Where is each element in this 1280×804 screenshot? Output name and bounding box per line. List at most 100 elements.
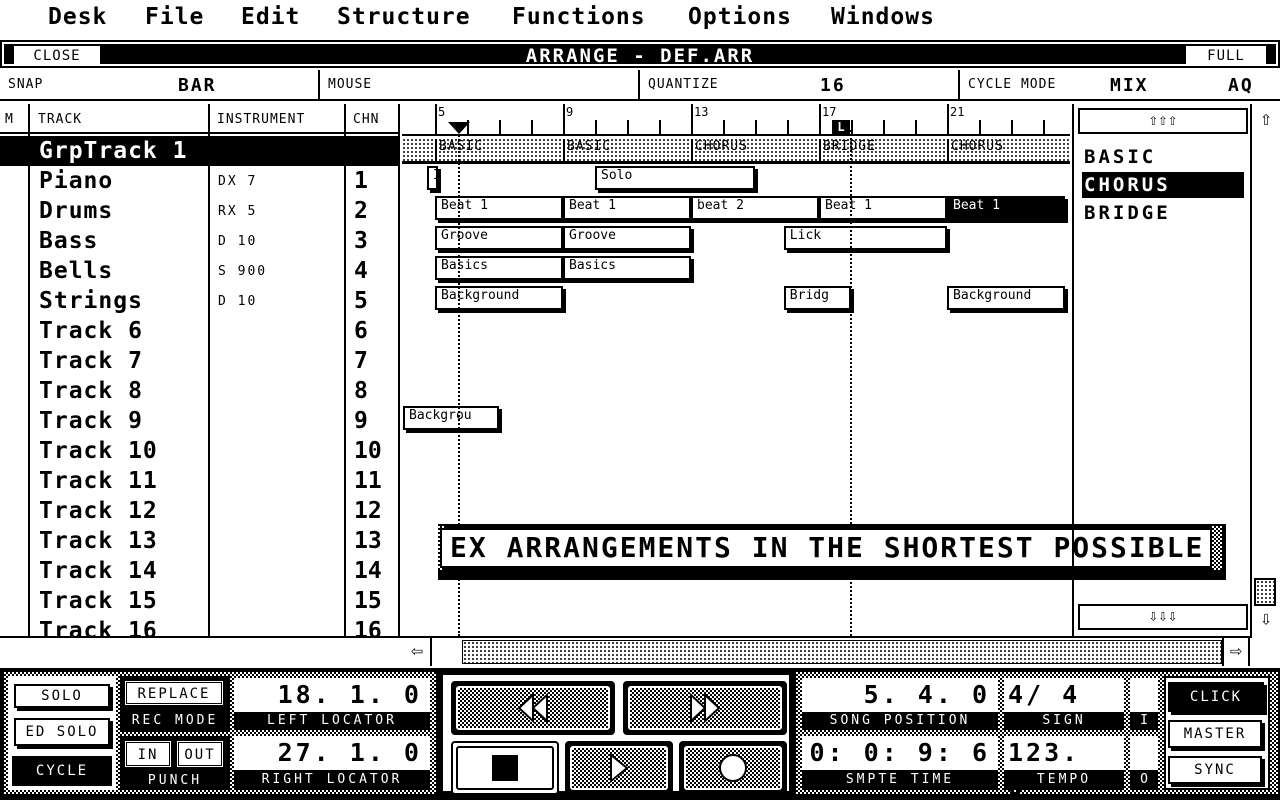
arrange-part[interactable]: Basics — [435, 256, 563, 280]
track-name[interactable]: Track 15 — [39, 586, 158, 616]
track-name[interactable]: Piano — [39, 166, 113, 196]
track-row[interactable]: Bells S 900 4 — [0, 256, 398, 286]
window-title-bar[interactable]: CLOSE ARRANGE - DEF.ARR FULL — [0, 40, 1280, 68]
track-row[interactable]: Bass D 10 3 — [0, 226, 398, 256]
track-channel[interactable]: 15 — [354, 586, 382, 616]
menu-windows[interactable]: Windows — [831, 4, 935, 30]
song-part-block[interactable]: CHORUS — [691, 139, 819, 161]
track-channel[interactable]: 4 — [354, 256, 368, 286]
track-instrument[interactable]: D 10 — [218, 234, 257, 249]
track-channel[interactable]: 9 — [354, 406, 368, 436]
solo-button[interactable]: SOLO — [14, 684, 110, 708]
part-list-item[interactable]: CHORUS — [1082, 172, 1244, 198]
song-part-block[interactable]: BASIC — [563, 139, 691, 161]
scroll-up-arrow-icon[interactable]: ⇧ — [1254, 106, 1278, 132]
arrange-part[interactable]: Background — [947, 286, 1066, 310]
scroll-left-arrow-icon[interactable]: ⇦ — [404, 638, 432, 666]
track-row[interactable]: Track 10 10 — [0, 436, 398, 466]
song-position-marker-icon[interactable] — [448, 122, 470, 134]
track-channel[interactable]: 11 — [354, 466, 382, 496]
menu-file[interactable]: File — [145, 4, 204, 30]
track-channel[interactable]: 13 — [354, 526, 382, 556]
track-row[interactable]: Piano DX 7 1 — [0, 166, 398, 196]
cycle-mode-field[interactable]: CYCLE MODE MIX AQ — [960, 70, 1280, 101]
menu-desk[interactable]: Desk — [48, 4, 107, 30]
track-name[interactable]: Strings — [39, 286, 143, 316]
cycle-mode-value[interactable]: MIX — [1110, 75, 1149, 96]
cycle-button[interactable]: CYCLE — [12, 756, 112, 786]
track-row[interactable]: Track 14 14 — [0, 556, 398, 586]
track-row[interactable]: Track 6 6 — [0, 316, 398, 346]
track-channel[interactable]: 6 — [354, 316, 368, 346]
track-name[interactable]: Track 13 — [39, 526, 158, 556]
track-row[interactable]: Track 11 11 — [0, 466, 398, 496]
track-name[interactable]: Track 6 — [39, 316, 143, 346]
track-name[interactable]: Track 11 — [39, 466, 158, 496]
aq-toggle[interactable]: AQ — [1228, 75, 1254, 96]
smpte-time-display[interactable]: 0: 0: 9: 6 — [802, 736, 998, 770]
track-channel[interactable]: 16 — [354, 616, 382, 636]
arrange-part[interactable]: Backgrou — [403, 406, 499, 430]
song-part-block[interactable]: CHORUS — [947, 139, 1070, 161]
arrange-part[interactable]: Basics — [563, 256, 691, 280]
arrange-part[interactable]: Groove — [563, 226, 691, 250]
track-name[interactable]: Track 7 — [39, 346, 143, 376]
vertical-scrollbar[interactable]: ⇧ ⇩ — [1252, 104, 1280, 636]
track-instrument[interactable]: D 10 — [218, 294, 257, 309]
song-part-block[interactable]: BASIC — [435, 139, 563, 161]
punch-out-button[interactable]: OUT — [176, 740, 224, 768]
track-name[interactable]: Track 16 — [39, 616, 158, 636]
track-instrument[interactable]: S 900 — [218, 264, 267, 279]
left-locator-display[interactable]: 18. 1. 0 — [234, 678, 430, 712]
arrange-part[interactable]: Solo — [595, 166, 755, 190]
menu-edit[interactable]: Edit — [241, 4, 300, 30]
track-name[interactable]: Track 10 — [39, 436, 158, 466]
part-list-item[interactable]: BASIC — [1082, 144, 1244, 170]
track-channel[interactable]: 14 — [354, 556, 382, 586]
track-row[interactable]: Drums RX 5 2 — [0, 196, 398, 226]
track-channel[interactable]: 3 — [354, 226, 368, 256]
track-name[interactable]: Track 8 — [39, 376, 143, 406]
fast-forward-button[interactable] — [623, 681, 787, 735]
track-row[interactable]: Track 8 8 — [0, 376, 398, 406]
stop-button[interactable] — [451, 741, 559, 795]
menu-functions[interactable]: Functions — [512, 4, 646, 30]
part-list-scroll-down-button[interactable]: ⇩⇩⇩ — [1078, 604, 1248, 630]
ed-solo-button[interactable]: ED SOLO — [14, 718, 110, 746]
vertical-scroll-thumb[interactable] — [1254, 578, 1276, 606]
track-channel[interactable]: 2 — [354, 196, 368, 226]
arrange-part[interactable]: Beat 1 — [819, 196, 947, 220]
tempo-display[interactable]: 123. 0 — [1004, 736, 1124, 801]
scroll-down-arrow-icon[interactable]: ⇩ — [1254, 606, 1278, 632]
track-channel[interactable]: 12 — [354, 496, 382, 526]
arrange-part[interactable]: Background — [435, 286, 563, 310]
left-locator-marker[interactable]: L — [832, 120, 850, 134]
arrange-part[interactable]: Groove — [435, 226, 563, 250]
arrange-part[interactable]: Int — [427, 166, 439, 190]
right-locator-display[interactable]: 27. 1. 0 — [234, 736, 430, 770]
track-name[interactable]: GrpTrack 1 — [39, 136, 187, 166]
quantize-value[interactable]: 16 — [820, 75, 846, 96]
quantize-field[interactable]: QUANTIZE 16 — [640, 70, 960, 101]
rewind-button[interactable] — [451, 681, 615, 735]
arrange-part[interactable]: Beat 1 — [563, 196, 691, 220]
snap-value[interactable]: BAR — [178, 75, 217, 96]
track-channel[interactable]: 7 — [354, 346, 368, 376]
master-button[interactable]: MASTER — [1168, 720, 1262, 748]
bar-ruler[interactable]: 5 9 13 17 21 — [402, 104, 1070, 136]
arrange-part[interactable]: Beat 1 — [947, 196, 1066, 220]
horizontal-scroll-thumb[interactable] — [462, 640, 1222, 664]
track-name[interactable]: Bells — [39, 256, 113, 286]
track-row[interactable]: GrpTrack 1 — [0, 136, 398, 166]
track-row[interactable]: Track 9 9 — [0, 406, 398, 436]
click-button[interactable]: CLICK — [1168, 682, 1264, 712]
song-position-display[interactable]: 5. 4. 0 — [802, 678, 998, 712]
track-instrument[interactable]: RX 5 — [218, 204, 257, 219]
punch-in-button[interactable]: IN — [124, 740, 172, 768]
track-channel[interactable]: 5 — [354, 286, 368, 316]
song-parts-row[interactable]: BASIC BASIC CHORUS BRIDGE CHORUS — [402, 138, 1070, 164]
sync-button[interactable]: SYNC — [1168, 756, 1262, 784]
song-part-block[interactable]: BRIDGE — [819, 139, 947, 161]
horizontal-scrollbar[interactable]: ⇦ ⇨ — [402, 636, 1252, 666]
track-row[interactable]: Track 7 7 — [0, 346, 398, 376]
